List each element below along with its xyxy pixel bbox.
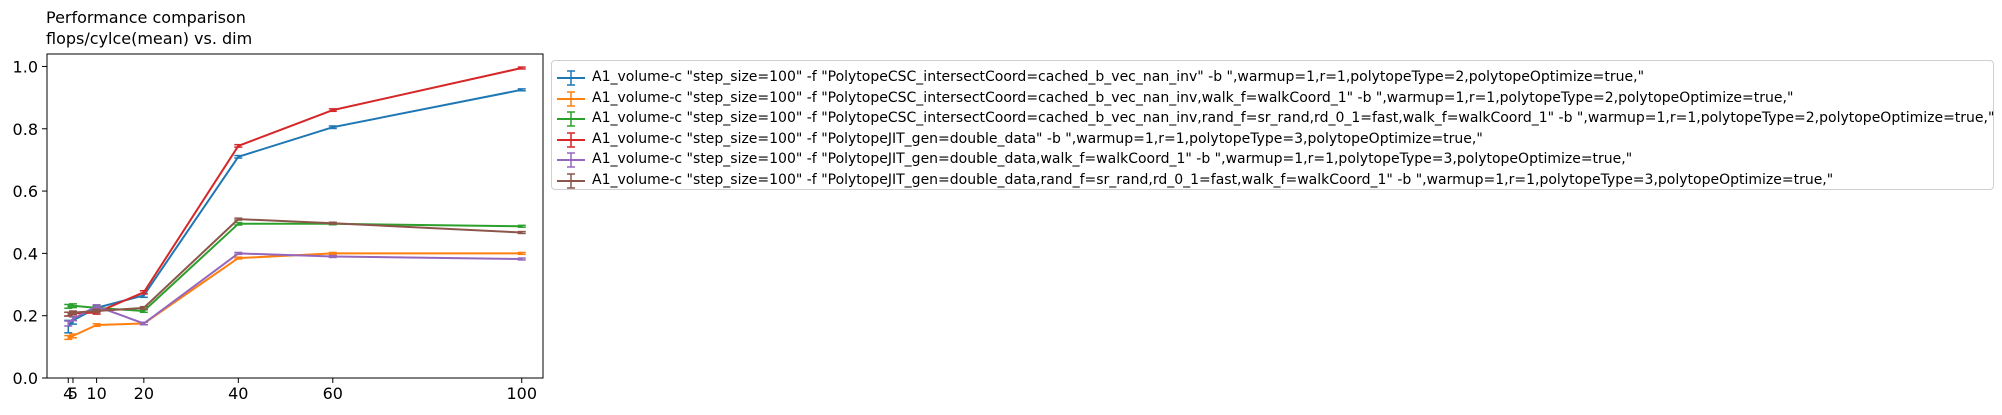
legend-entry: A1_volume-c "step_size=100" -f "Polytope… <box>552 171 1993 191</box>
x-tick-label: 100 <box>506 384 537 403</box>
legend-entry: A1_volume-c "step_size=100" -f "Polytope… <box>552 130 1993 150</box>
legend-swatch <box>557 172 585 189</box>
legend-label: A1_volume-c "step_size=100" -f "Polytope… <box>592 151 1633 167</box>
y-tick-label: 0.0 <box>13 369 38 388</box>
y-tick-label: 0.8 <box>13 120 38 139</box>
legend-label: A1_volume-c "step_size=100" -f "Polytope… <box>592 130 1483 147</box>
x-tick-label: 40 <box>228 384 248 403</box>
series-line-4 <box>68 67 522 316</box>
series-layer <box>64 66 526 341</box>
legend-entry: A1_volume-c "step_size=100" -f "Polytope… <box>552 68 1993 88</box>
series-line-5 <box>67 252 522 325</box>
y-tick-label: 0.4 <box>13 244 38 263</box>
x-tick-label: 60 <box>323 384 343 403</box>
legend-label: A1_volume-c "step_size=100" -f "Polytope… <box>592 171 1834 188</box>
series-line-6 <box>67 218 522 316</box>
legend-label: A1_volume-c "step_size=100" -f "Polytope… <box>592 110 1995 126</box>
legend-entry: A1_volume-c "step_size=100" -f "Polytope… <box>552 109 1995 129</box>
y-tick-label: 0.6 <box>13 182 38 201</box>
axis-layer: 45 10 20 40 60 1000.00.20.40.60.81.0 <box>13 53 544 403</box>
legend-swatch <box>557 70 585 86</box>
x-tick-label: 10 <box>86 384 106 403</box>
x-tick-label: 20 <box>134 384 154 403</box>
legend: A1_volume-c "step_size=100" -f "Polytope… <box>551 60 1994 190</box>
legend-swatch <box>557 131 585 148</box>
legend-label: A1_volume-c "step_size=100" -f "Polytope… <box>592 69 1645 85</box>
legend-entry: A1_volume-c "step_size=100" -f "Polytope… <box>552 89 1993 109</box>
y-tick-label: 0.2 <box>13 307 38 326</box>
plot-frame <box>46 53 544 379</box>
y-tick-label: 1.0 <box>13 57 38 76</box>
legend-swatch <box>557 152 585 168</box>
legend-entry: A1_volume-c "step_size=100" -f "Polytope… <box>552 150 1993 170</box>
x-tick-label: 5 <box>68 384 78 403</box>
legend-label: A1_volume-c "step_size=100" -f "Polytope… <box>592 89 1794 106</box>
legend-swatch <box>557 111 585 127</box>
legend-swatch <box>557 90 585 107</box>
